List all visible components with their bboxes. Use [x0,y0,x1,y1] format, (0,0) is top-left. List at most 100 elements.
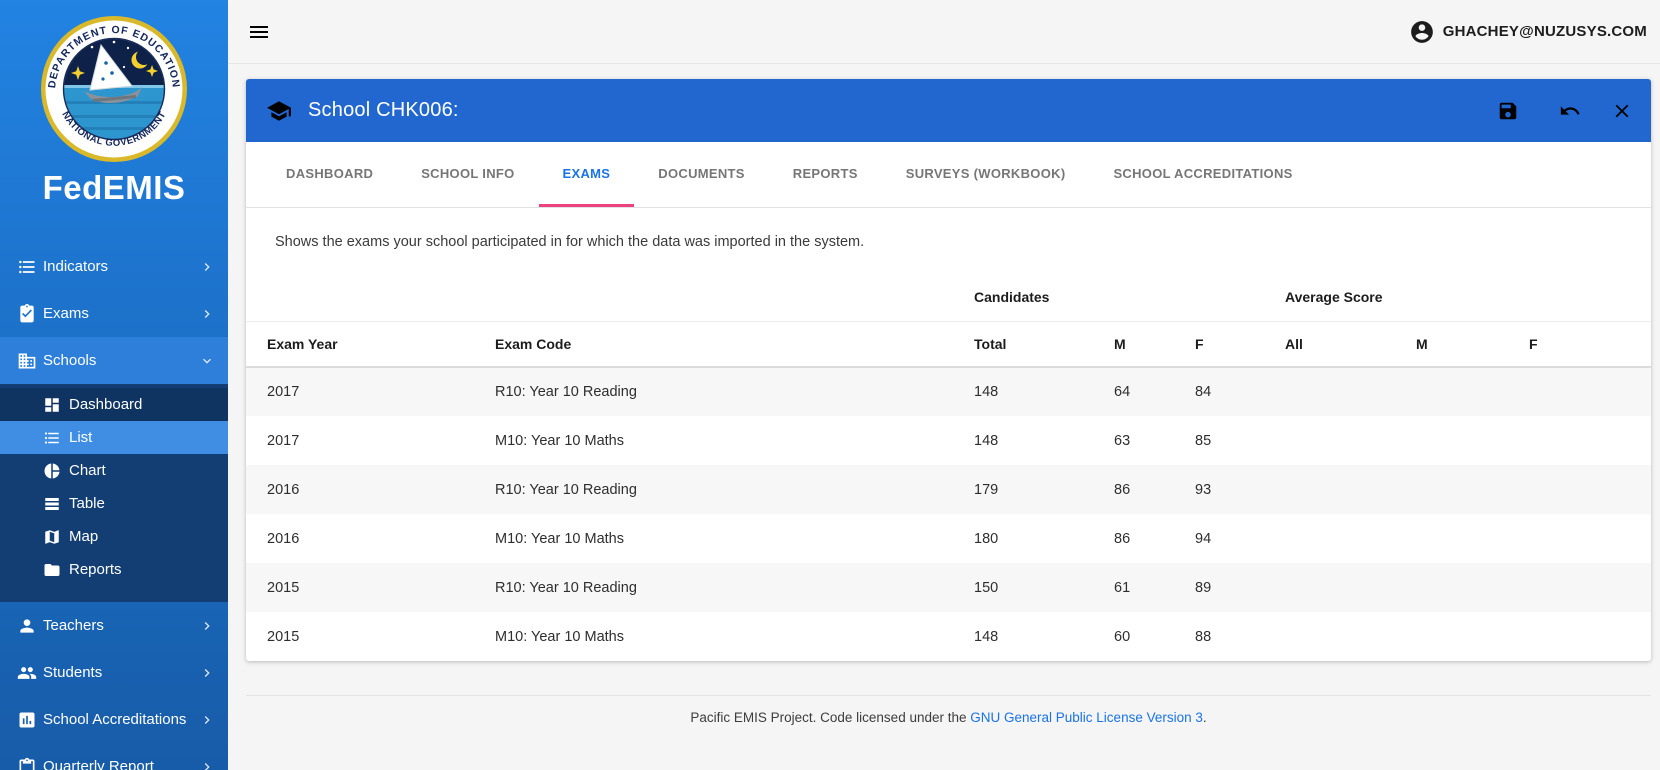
sidebar-item-label: Indicators [43,258,199,275]
chevron-right-icon [199,259,215,275]
sidebar-subitem-list[interactable]: List [0,421,228,454]
table-cell [1416,514,1529,563]
sidebar-item-exams[interactable]: Exams [0,290,228,337]
table-cell: 64 [1114,367,1195,416]
table-cell: R10: Year 10 Reading [495,367,974,416]
table-cell [1416,465,1529,514]
table-cell: 86 [1114,465,1195,514]
group-header-average-score: Average Score [1285,273,1651,321]
dashboard-icon [43,396,61,414]
undo-button[interactable] [1559,100,1581,122]
sidebar-subitem-chart[interactable]: Chart [0,454,228,487]
tab-reports[interactable]: REPORTS [769,142,882,207]
column-header-row: Exam YearExam CodeTotalMFAllMF [246,321,1651,367]
tab-dashboard[interactable]: DASHBOARD [262,142,397,207]
chevron-right-icon [199,665,215,681]
table-cell: 89 [1195,563,1285,612]
footer-license-link[interactable]: GNU General Public License Version 3 [970,710,1203,725]
footer-text: Pacific EMIS Project. Code licensed unde… [690,710,970,725]
app-title: FedEMIS [0,169,228,207]
table-cell: M10: Year 10 Maths [495,612,974,661]
sidebar-subitem-label: List [69,429,228,446]
main-area: GHACHEY@NUZUSYS.COM School CHK006: DASHB… [228,0,1660,770]
column-header-m-6: M [1416,321,1529,367]
tab-documents[interactable]: DOCUMENTS [634,142,768,207]
assignment-turned-in-icon [17,304,37,324]
people-icon [17,663,37,683]
sidebar-subitem-table[interactable]: Table [0,487,228,520]
table-cell [1529,465,1651,514]
exams-table-head: Candidates Average Score Exam YearExam C… [246,273,1651,367]
table-cell [1416,367,1529,416]
sidebar-item-school-accreditations[interactable]: School Accreditations [0,696,228,743]
sidebar-item-label: School Accreditations [43,711,199,728]
table-cell: R10: Year 10 Reading [495,465,974,514]
sidebar-item-label: Teachers [43,617,199,634]
table-cell: M10: Year 10 Maths [495,514,974,563]
table-cell [1285,465,1416,514]
table-cell [1416,416,1529,465]
sidebar-subitem-map[interactable]: Map [0,520,228,553]
table-cell: 60 [1114,612,1195,661]
tab-exams[interactable]: EXAMS [539,142,635,207]
table-cell [1529,514,1651,563]
column-header-exam-year-0: Exam Year [246,321,495,367]
exams-table-body: 2017R10: Year 10 Reading14864842017M10: … [246,367,1651,661]
close-button[interactable] [1611,100,1633,122]
table-cell [1285,612,1416,661]
department-of-education-seal-logo: DEPARTMENT OF EDUCATION NATIONAL GOVERNM… [40,15,188,163]
sidebar-item-label: Exams [43,305,199,322]
table-cell: 2015 [246,563,495,612]
chevron-right-icon [199,618,215,634]
exams-description: Shows the exams your school participated… [246,208,1651,273]
clipboard-icon [17,757,37,770]
table-row: 2017M10: Year 10 Maths1486385 [246,416,1651,465]
folder-icon [43,561,61,579]
pie-chart-icon [43,462,61,480]
table-cell: 61 [1114,563,1195,612]
account-circle-icon [1409,19,1435,45]
sidebar-subitem-label: Chart [69,462,228,479]
sidebar-item-teachers[interactable]: Teachers [0,602,228,649]
table-cell: 86 [1114,514,1195,563]
person-icon [17,616,37,636]
sidebar-subitem-label: Reports [69,561,228,578]
sidebar-subitem-label: Dashboard [69,396,228,413]
table-cell: R10: Year 10 Reading [495,563,974,612]
sidebar-subitem-reports[interactable]: Reports [0,553,228,586]
exams-table: Candidates Average Score Exam YearExam C… [246,273,1651,661]
sidebar-subitem-label: Table [69,495,228,512]
tab-surveys-workbook[interactable]: SURVEYS (WORKBOOK) [882,142,1090,207]
menu-icon[interactable] [247,20,271,44]
sidebar-item-quarterly-report[interactable]: Quarterly Report [0,743,228,770]
school-tabs: DASHBOARDSCHOOL INFOEXAMSDOCUMENTSREPORT… [246,142,1651,208]
save-button[interactable] [1497,100,1519,122]
table-cell [1285,416,1416,465]
sidebar-item-indicators[interactable]: Indicators [0,243,228,290]
page-title: School CHK006: [308,99,459,122]
list-bullets-icon [43,429,61,447]
table-cell: 180 [974,514,1114,563]
sidebar-item-schools[interactable]: Schools [0,337,228,384]
table-cell: 148 [974,612,1114,661]
sidebar-item-label: Quarterly Report [43,758,199,770]
column-header-f-7: F [1529,321,1651,367]
sidebar-nav: Indicators Exams Schools Dashboard List Chart… [0,243,228,770]
sidebar-item-students[interactable]: Students [0,649,228,696]
chevron-down-icon [199,353,215,369]
table-cell: 94 [1195,514,1285,563]
table-cell: 2015 [246,612,495,661]
sidebar-subitem-dashboard[interactable]: Dashboard [0,388,228,421]
topbar: GHACHEY@NUZUSYS.COM [228,0,1660,64]
tab-school-accreditations[interactable]: SCHOOL ACCREDITATIONS [1089,142,1316,207]
chevron-right-icon [199,712,215,728]
tab-school-info[interactable]: SCHOOL INFO [397,142,538,207]
table-cell [1529,563,1651,612]
chevron-right-icon [199,759,215,770]
sidebar-item-label: Students [43,664,199,681]
user-menu[interactable]: GHACHEY@NUZUSYS.COM [1409,19,1647,45]
table-cell: 88 [1195,612,1285,661]
table-cell [1285,367,1416,416]
sidebar-subitem-label: Map [69,528,228,545]
table-cell [1285,563,1416,612]
